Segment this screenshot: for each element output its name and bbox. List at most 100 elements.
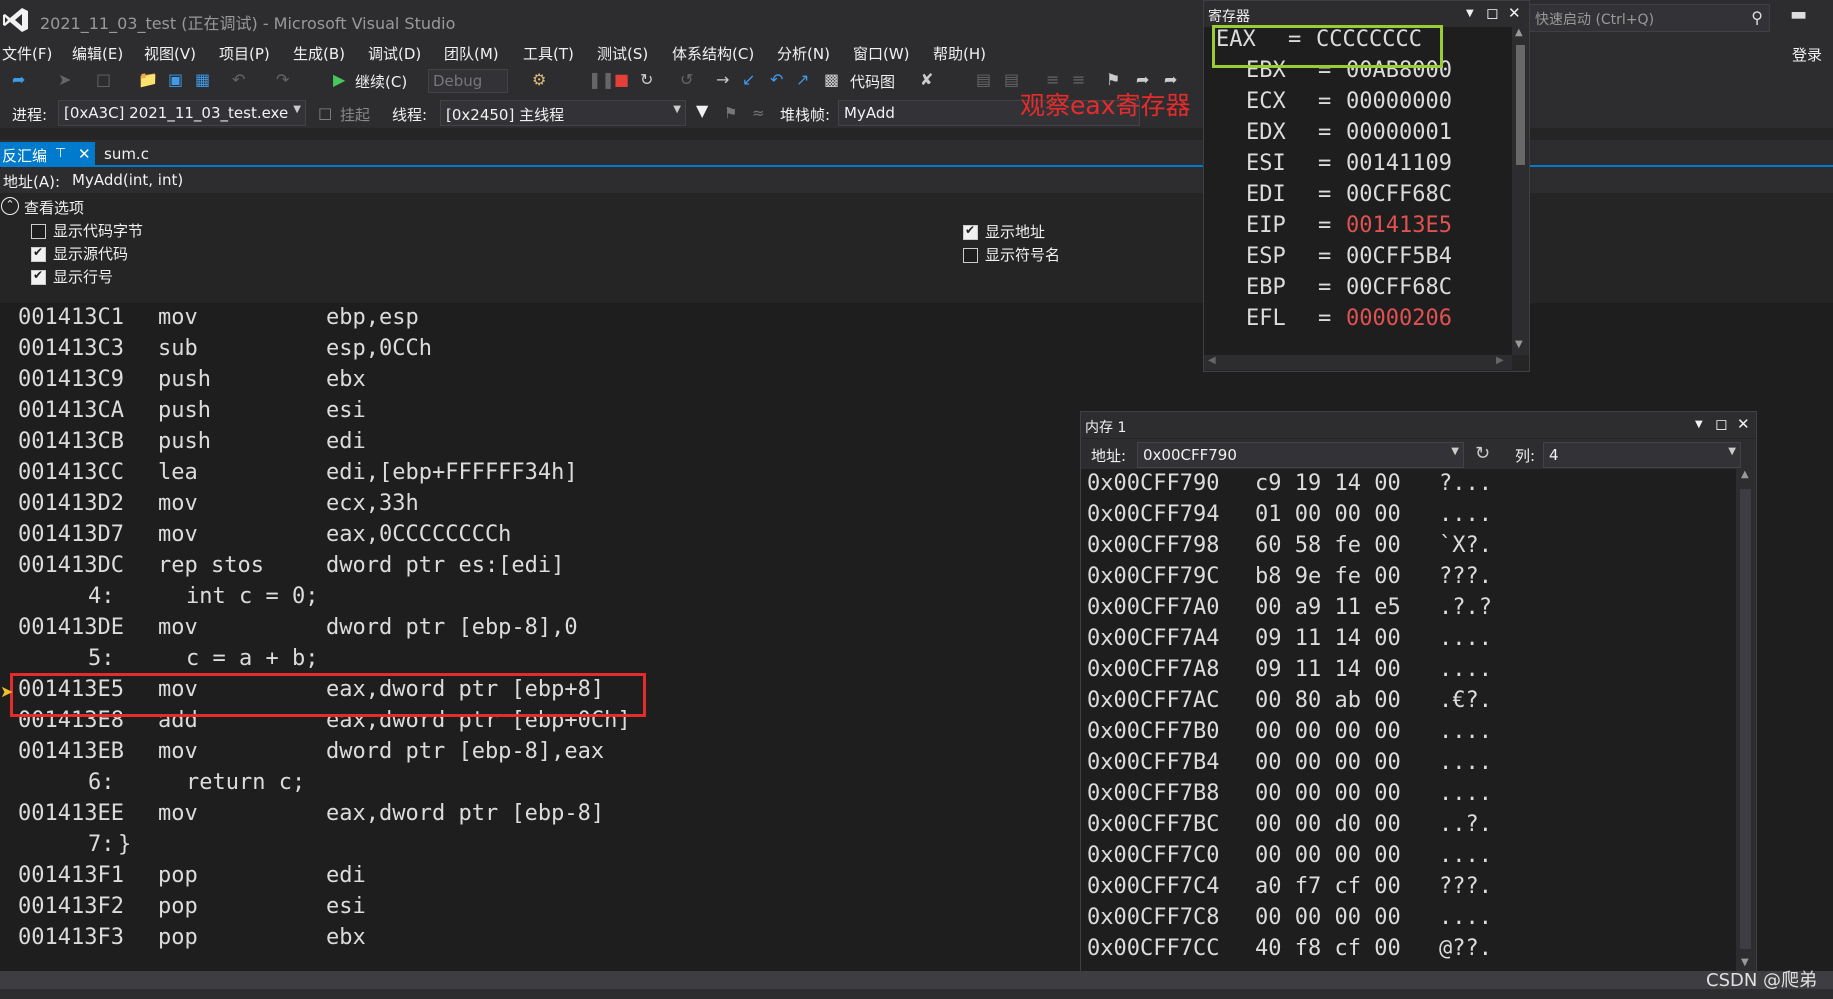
scroll-up-icon[interactable]: ▲ — [1515, 27, 1523, 38]
break-all-icon[interactable]: ❚❚ — [588, 70, 615, 89]
memory-row[interactable]: 0x00CFF7C8 00 00 00 00.... — [1087, 905, 1737, 936]
restart-icon[interactable]: ↻ — [640, 70, 653, 89]
login-link[interactable]: 登录 — [1792, 44, 1822, 65]
tab-sum-c[interactable]: sum.c — [104, 145, 149, 163]
flag-thread-icon[interactable]: ⚑ — [724, 104, 737, 122]
minimize-button[interactable]: ▬ — [1790, 4, 1807, 25]
step-into-icon[interactable]: ↙ — [742, 70, 755, 89]
memory-row[interactable]: 0x00CFF7BC 00 00 d0 00..?. — [1087, 812, 1737, 843]
save-icon[interactable]: ▣ — [168, 70, 183, 89]
register-row-eip[interactable]: EIP = 001413E5 — [1204, 213, 1504, 243]
scrollbar-thumb[interactable] — [1740, 489, 1751, 949]
back-icon[interactable]: ➦ — [12, 70, 25, 89]
comment-icon[interactable]: ▤ — [976, 70, 991, 89]
scroll-right-icon[interactable]: ▶ — [1496, 355, 1504, 366]
maximize-icon[interactable]: ◻ — [1486, 4, 1498, 22]
apply-code-changes-icon[interactable]: ↺ — [680, 70, 693, 89]
memory-vertical-scrollbar[interactable]: ▲ ▼ — [1736, 469, 1756, 972]
stop-debugging-icon[interactable]: ■ — [614, 70, 629, 89]
memory-address-input[interactable]: 0x00CFF790 ▼ — [1137, 442, 1464, 468]
pin-icon[interactable]: ⊤ — [55, 146, 66, 161]
thread-dropdown[interactable]: [0x2450] 主线程 ▼ — [440, 100, 686, 126]
register-row-ebp[interactable]: EBP = 00CFF68C — [1204, 275, 1504, 305]
show-next-statement-icon[interactable]: → — [716, 70, 729, 89]
suspend-icon[interactable]: □ — [318, 104, 332, 122]
columns-dropdown[interactable]: 4 ▼ — [1543, 442, 1741, 468]
redo-icon[interactable]: ↷ — [276, 70, 289, 89]
memory-row[interactable]: 0x00CFF7C4 a0 f7 cf 00???. — [1087, 874, 1737, 905]
menu-edit[interactable]: 编辑(E) — [72, 43, 123, 64]
collapse-icon[interactable]: ⌃ — [1, 197, 19, 215]
solution-config-dropdown[interactable]: Debug — [428, 69, 508, 93]
tab-disassembly[interactable]: 反汇编 ⊤ ✕ — [0, 142, 95, 165]
uncomment-icon[interactable]: ▤ — [1004, 70, 1019, 89]
attach-process-icon[interactable]: ⚙ — [532, 70, 546, 89]
search-icon[interactable]: ⚲ — [1751, 8, 1763, 27]
memory-row[interactable]: 0x00CFF790 c9 19 14 00?... — [1087, 471, 1737, 502]
menu-analyze[interactable]: 分析(N) — [777, 43, 830, 64]
memory-row[interactable]: 0x00CFF79C b8 9e fe 00???. — [1087, 564, 1737, 595]
code-horizontal-scrollbar[interactable] — [0, 971, 1833, 989]
show-code-bytes-checkbox[interactable] — [31, 224, 46, 239]
code-map-button[interactable]: 代码图 — [850, 71, 895, 92]
memory-row[interactable]: 0x00CFF7B0 00 00 00 00.... — [1087, 719, 1737, 750]
view-options-header[interactable]: 查看选项 — [24, 197, 84, 218]
registers-list[interactable]: EAX = CCCCCCCC EBX = 00AB8000 ECX = 00000000 E… — [1204, 27, 1512, 355]
chevron-down-icon[interactable]: ▼ — [1451, 446, 1459, 457]
close-icon[interactable]: ✕ — [1508, 4, 1521, 22]
registers-horizontal-scrollbar[interactable]: ◀ ▶ — [1204, 355, 1512, 370]
memory-row[interactable]: 0x00CFF7B8 00 00 00 00.... — [1087, 781, 1737, 812]
undo-icon[interactable]: ↶ — [232, 70, 245, 89]
forward-icon[interactable]: ➤ — [58, 70, 71, 89]
registers-vertical-scrollbar[interactable]: ▲ ▼ — [1512, 27, 1529, 355]
menu-test[interactable]: 测试(S) — [597, 43, 648, 64]
show-line-numbers-checkbox[interactable] — [31, 268, 46, 285]
menu-window[interactable]: 窗口(W) — [853, 43, 910, 64]
register-row-efl[interactable]: EFL = 00000206 — [1204, 306, 1504, 336]
memory-row[interactable]: 0x00CFF7AC 00 80 ab 00 .€?. — [1087, 688, 1737, 719]
memory-row[interactable]: 0x00CFF7C0 00 00 00 00.... — [1087, 843, 1737, 874]
menu-view[interactable]: 视图(V) — [144, 43, 196, 64]
save-all-icon[interactable]: ▦ — [195, 70, 210, 89]
menu-file[interactable]: 文件(F) — [2, 43, 52, 64]
memory-row[interactable]: 0x00CFF7A4 09 11 14 00.... — [1087, 626, 1737, 657]
memory-row[interactable]: 0x00CFF7B4 00 00 00 00.... — [1087, 750, 1737, 781]
memory-row[interactable]: 0x00CFF7CC 40 f8 cf 00 @??. — [1087, 936, 1737, 967]
open-folder-icon[interactable]: 📁 — [138, 70, 158, 89]
show-address-checkbox[interactable] — [963, 223, 978, 240]
memory-row[interactable]: 0x00CFF7A8 09 11 14 00.... — [1087, 657, 1737, 688]
menu-project[interactable]: 项目(P) — [219, 43, 270, 64]
memory-row[interactable]: 0x00CFF7A0 00 a9 11 e5.?.? — [1087, 595, 1737, 626]
show-source-checkbox[interactable] — [31, 245, 46, 262]
show-symbol-names-checkbox[interactable] — [963, 248, 978, 263]
register-row-edi[interactable]: EDI = 00CFF68C — [1204, 182, 1504, 212]
register-row-edx[interactable]: EDX = 00000001 — [1204, 120, 1504, 150]
menu-build[interactable]: 生成(B) — [293, 43, 345, 64]
memory-row[interactable]: 0x00CFF798 60 58 fe 00 `X?. — [1087, 533, 1737, 564]
menu-team[interactable]: 团队(M) — [444, 43, 499, 64]
menu-tools[interactable]: 工具(T) — [523, 43, 574, 64]
continue-button[interactable]: 继续(C) — [355, 71, 407, 92]
menu-debug[interactable]: 调试(D) — [368, 43, 421, 64]
suspend-button[interactable]: 挂起 — [340, 104, 370, 125]
refresh-icon[interactable]: ↻ — [1475, 443, 1490, 464]
memory-dump-view[interactable]: 0x00CFF790 c9 19 14 00?... 0x00CFF794 01 0… — [1081, 469, 1736, 972]
close-icon[interactable]: ✕ — [1737, 415, 1750, 433]
register-row-ecx[interactable]: ECX = 00000000 — [1204, 89, 1504, 119]
memory-row[interactable]: 0x00CFF794 01 00 00 00.... — [1087, 502, 1737, 533]
scroll-up-icon[interactable]: ▲ — [1741, 469, 1749, 480]
step-out-icon[interactable]: ↗ — [796, 70, 809, 89]
maximize-icon[interactable]: ◻ — [1715, 415, 1727, 433]
window-position-icon[interactable]: ▼ — [1695, 419, 1703, 430]
register-row-esp[interactable]: ESP = 00CFF5B4 — [1204, 244, 1504, 274]
filter-icon[interactable]: ▼ — [696, 101, 708, 120]
scroll-left-icon[interactable]: ◀ — [1208, 355, 1216, 366]
window-position-icon[interactable]: ▼ — [1466, 8, 1474, 19]
menu-architecture[interactable]: 体系结构(C) — [672, 43, 754, 64]
process-dropdown[interactable]: [0xA3C] 2021_11_03_test.exe ▼ — [58, 100, 306, 126]
step-over-icon[interactable]: ↶ — [770, 70, 783, 89]
scroll-down-icon[interactable]: ▼ — [1515, 339, 1523, 350]
continue-icon[interactable]: ▶ — [333, 70, 345, 89]
hex-display-icon[interactable]: ✘ — [920, 70, 933, 89]
scrollbar-thumb[interactable] — [1516, 45, 1525, 165]
